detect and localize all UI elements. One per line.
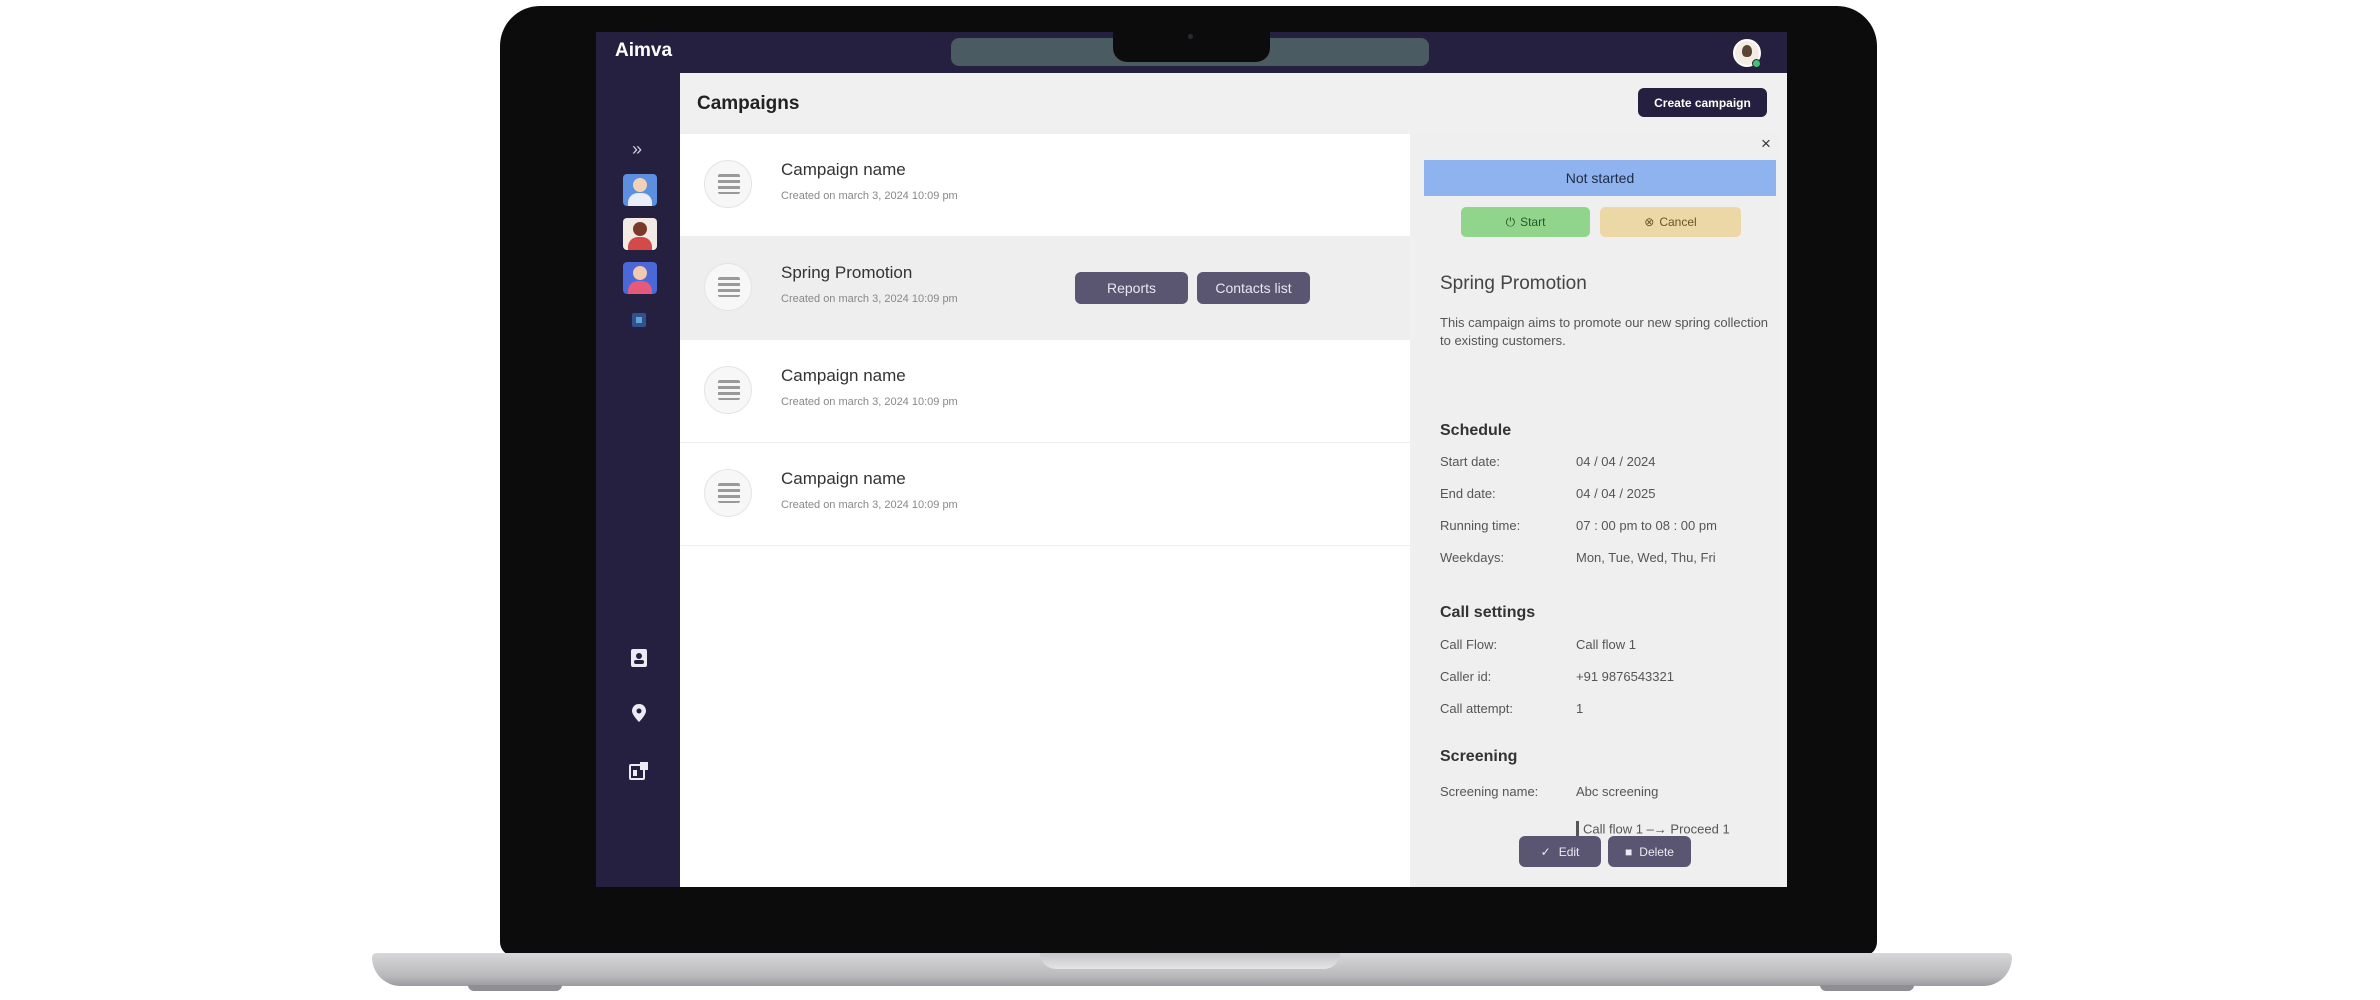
screening-flow-text: Call flow 1 –→ Proceed 1: [1583, 821, 1730, 837]
cancel-label: Cancel: [1659, 215, 1697, 229]
detail-description: This campaign aims to promote our new sp…: [1440, 315, 1769, 348]
sidebar-avatar-1[interactable]: [623, 174, 657, 206]
campaign-created-date: Created on march 3, 2024 10:09 pm: [781, 293, 958, 305]
campaign-name: Campaign name: [781, 366, 906, 385]
cancel-button[interactable]: ⊗ Cancel: [1600, 207, 1741, 237]
running-time-value: 07 : 00 pm to 08 : 00 pm: [1576, 518, 1717, 533]
campaign-name: Spring Promotion: [781, 263, 913, 282]
weekdays-value: Mon, Tue, Wed, Thu, Fri: [1576, 550, 1716, 565]
caller-id-value: +91 9876543321: [1576, 669, 1674, 684]
camera-icon: [1188, 34, 1193, 39]
end-date-label: End date:: [1440, 486, 1496, 501]
sidebar-app-icon[interactable]: [632, 313, 646, 327]
delete-label: Delete: [1639, 844, 1674, 859]
campaign-row-selected[interactable]: Spring Promotion Created on march 3, 202…: [680, 237, 1410, 340]
campaign-name: Campaign name: [781, 469, 906, 488]
play-icon: ⏻: [1505, 214, 1516, 229]
screening-name-value: Abc screening: [1576, 784, 1659, 799]
start-date-label: Start date:: [1440, 454, 1500, 469]
campaign-list: Campaign name Created on march 3, 2024 1…: [680, 134, 1410, 887]
checkmark-icon: ✓: [1540, 844, 1551, 859]
main-content: Campaigns Create campaign Campaign name …: [680, 73, 1781, 887]
start-label: Start: [1520, 215, 1546, 229]
campaign-row[interactable]: Campaign name Created on march 3, 2024 1…: [680, 340, 1410, 443]
campaign-name: Campaign name: [781, 160, 906, 179]
screening-name-label: Screening name:: [1440, 784, 1539, 799]
call-settings-heading: Call settings: [1440, 604, 1536, 621]
weekdays-label: Weekdays:: [1440, 550, 1505, 565]
page-title: Campaigns: [697, 93, 800, 114]
campaign-icon: [704, 366, 752, 414]
schedule-heading: Schedule: [1440, 422, 1512, 439]
location-pin-icon[interactable]: [628, 703, 650, 728]
cancel-icon: ⊗: [1644, 215, 1655, 229]
campaign-created-date: Created on march 3, 2024 10:09 pm: [781, 396, 958, 408]
start-button[interactable]: ⏻ Start: [1461, 207, 1590, 237]
sidebar-avatar-2[interactable]: [623, 218, 657, 250]
contacts-list-button[interactable]: Contacts list: [1197, 272, 1310, 304]
campaign-icon: [704, 160, 752, 208]
status-badge: Not started: [1424, 160, 1776, 196]
close-icon[interactable]: ×: [1761, 134, 1771, 154]
start-date-value: 04 / 04 / 2024: [1576, 454, 1656, 469]
delete-button[interactable]: ■ Delete: [1608, 836, 1691, 867]
campaign-icon: [704, 469, 752, 517]
online-status-icon: [1752, 59, 1761, 68]
detail-title: Spring Promotion: [1440, 273, 1587, 294]
brand-logo: Aimva: [615, 40, 673, 61]
edit-label: Edit: [1558, 844, 1580, 859]
screening-heading: Screening: [1440, 748, 1518, 765]
campaign-created-date: Created on march 3, 2024 10:09 pm: [781, 499, 958, 511]
campaign-created-date: Created on march 3, 2024 10:09 pm: [781, 190, 958, 202]
campaign-row[interactable]: Campaign name Created on march 3, 2024 1…: [680, 134, 1410, 237]
end-date-value: 04 / 04 / 2025: [1576, 486, 1656, 501]
call-flow-value: Call flow 1: [1576, 637, 1636, 652]
call-flow-label: Call Flow:: [1440, 637, 1498, 652]
create-campaign-button[interactable]: Create campaign: [1638, 88, 1767, 117]
chevron-double-right-icon[interactable]: »: [632, 139, 642, 160]
sidebar: »: [596, 73, 680, 887]
campaign-detail-panel: × Not started ⏻ Start ⊗ Cancel Spring Pr…: [1415, 134, 1781, 887]
reports-button[interactable]: Reports: [1075, 272, 1188, 304]
sidebar-avatar-3[interactable]: [623, 262, 657, 294]
campaign-icon: [704, 263, 752, 311]
contacts-book-icon[interactable]: [628, 648, 650, 673]
laptop-lid-notch: [1040, 953, 1340, 969]
caller-id-label: Caller id:: [1440, 669, 1492, 684]
trash-icon: ■: [1625, 844, 1633, 859]
app-screen: Aimva » Campaigns Create campaign Campai…: [596, 32, 1787, 887]
call-attempt-value: 1: [1576, 701, 1584, 716]
running-time-label: Running time:: [1440, 518, 1521, 533]
dashboard-icon[interactable]: [628, 761, 650, 786]
laptop-foot-right: [1820, 985, 1914, 991]
edit-button[interactable]: ✓ Edit: [1519, 836, 1601, 867]
campaign-row[interactable]: Campaign name Created on march 3, 2024 1…: [680, 443, 1410, 546]
call-attempt-label: Call attempt:: [1440, 701, 1513, 716]
laptop-foot-left: [468, 985, 562, 991]
